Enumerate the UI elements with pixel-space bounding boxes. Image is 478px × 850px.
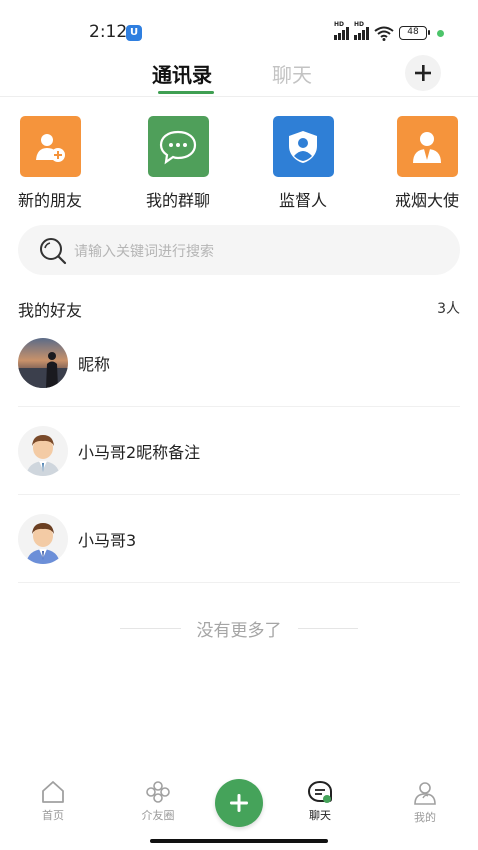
- home-indicator: [150, 839, 328, 843]
- search-placeholder: 请输入关键词进行搜索: [74, 244, 214, 260]
- nav-moments[interactable]: 介友圈: [123, 780, 193, 823]
- nav-home[interactable]: 首页: [18, 780, 88, 823]
- nav-chat[interactable]: 聊天: [285, 780, 355, 823]
- list-end-indicator: 没有更多了: [120, 617, 358, 641]
- status-indicators: HD HD 48: [334, 21, 444, 42]
- friend-row[interactable]: 昵称: [18, 319, 460, 407]
- quick-action-label: 戒烟大使: [394, 191, 459, 210]
- friends-count: 3人: [437, 301, 460, 317]
- friends-section-title: 我的好友: [18, 301, 83, 320]
- tab-contacts[interactable]: 通讯录: [152, 59, 212, 88]
- cartoon-man-avatar: [18, 513, 68, 564]
- quick-action-label: 新的朋友: [17, 191, 82, 210]
- friend-name: 昵称: [78, 354, 111, 374]
- no-more-text: 没有更多了: [196, 620, 282, 641]
- plus-icon: [415, 65, 431, 81]
- tab-active-indicator: [158, 91, 214, 94]
- friend-name: 小马哥3: [78, 530, 137, 550]
- quick-action-my-groups[interactable]: 我的群聊: [128, 116, 228, 211]
- friend-name: 小马哥2昵称备注: [78, 442, 201, 462]
- quick-action-new-friend[interactable]: 新的朋友: [0, 116, 100, 211]
- friend-row[interactable]: 小马哥2昵称备注: [18, 407, 460, 495]
- top-tab-bar: 通讯录 聊天: [0, 55, 478, 97]
- nav-label: 首页: [42, 809, 64, 822]
- wifi-icon: [374, 26, 394, 41]
- battery-icon: 48: [399, 26, 430, 40]
- divider: [297, 627, 358, 629]
- quick-action-ambassador[interactable]: 戒烟大使: [377, 116, 477, 211]
- quick-actions: 新的朋友 我的群聊 监督人 戒烟大使: [0, 116, 478, 216]
- add-friend-icon: [19, 116, 81, 177]
- chat-icon: [307, 780, 332, 803]
- nav-label: 介友圈: [141, 809, 175, 822]
- community-icon: [146, 781, 170, 803]
- home-icon: [42, 781, 64, 803]
- friend-row[interactable]: 小马哥3: [18, 495, 460, 583]
- signal-icon: HD: [354, 21, 369, 40]
- privacy-indicator-dot: [437, 29, 444, 37]
- quick-action-label: 监督人: [278, 191, 327, 210]
- nav-label: 我的: [414, 811, 436, 824]
- quick-action-label: 我的群聊: [145, 191, 210, 210]
- profile-icon: [414, 782, 436, 805]
- nav-label: 聊天: [309, 809, 331, 822]
- bottom-nav: 首页 介友圈 聊天 我的: [0, 772, 478, 834]
- status-time: 2:12: [89, 22, 128, 42]
- center-add-button[interactable]: [215, 779, 263, 827]
- signal-hd-label: HD: [354, 21, 365, 28]
- search-input[interactable]: 请输入关键词进行搜索: [18, 225, 460, 275]
- plus-icon: [230, 794, 248, 812]
- chat-bubble-icon: [147, 116, 209, 177]
- divider: [120, 627, 181, 629]
- photo-avatar: [18, 337, 68, 388]
- cartoon-man-avatar: [18, 425, 68, 476]
- nav-mine[interactable]: 我的: [390, 780, 460, 825]
- person-suit-icon: [396, 116, 458, 177]
- app-notification-icon: U: [126, 25, 142, 41]
- tab-chat[interactable]: 聊天: [272, 59, 312, 88]
- status-bar: 2:12 U HD HD 48: [0, 0, 478, 62]
- signal-hd-label: HD: [334, 21, 345, 28]
- search-icon: [40, 238, 67, 265]
- shield-user-icon: [272, 116, 334, 177]
- signal-icon: HD: [334, 21, 349, 40]
- add-button[interactable]: [405, 55, 441, 91]
- quick-action-supervisor[interactable]: 监督人: [253, 116, 353, 211]
